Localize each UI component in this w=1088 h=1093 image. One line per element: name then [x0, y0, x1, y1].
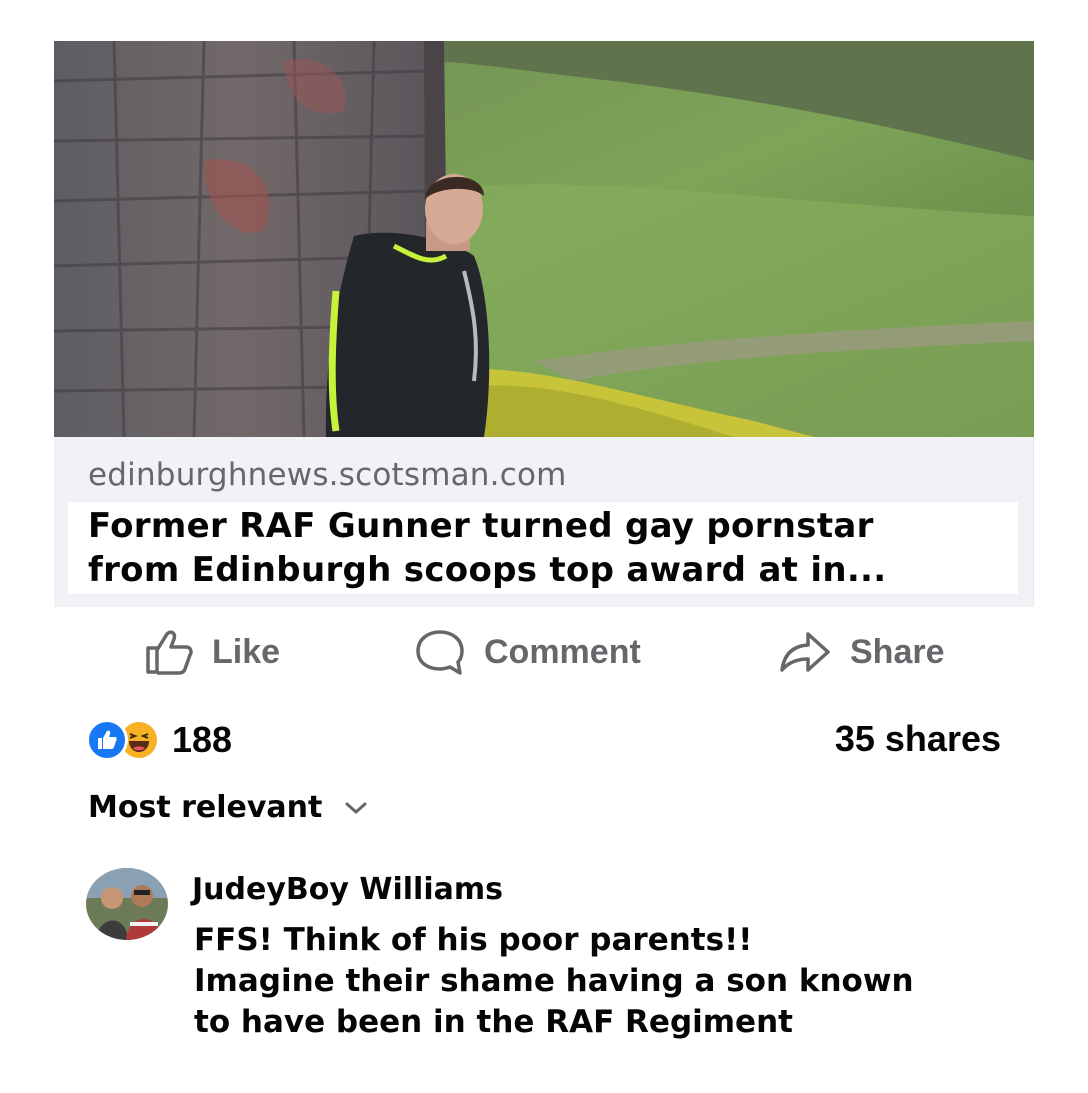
link-domain: edinburghnews.scotsman.com: [88, 457, 567, 493]
share-button[interactable]: Share: [778, 624, 945, 680]
share-arrow-icon: [780, 632, 830, 672]
comment-author[interactable]: JudeyBoy Williams: [192, 872, 503, 907]
link-headline-line-1: Former RAF Gunner turned gay pornstar: [88, 506, 874, 546]
comments-sort-label: Most relevant: [88, 790, 323, 825]
photo-image: [54, 41, 1034, 437]
comment-text: FFS! Think of his poor parents!! Imagine…: [194, 920, 1034, 1043]
comment-text-line-3: to have been in the RAF Regiment: [194, 1004, 793, 1040]
comment-text-line-1: FFS! Think of his poor parents!!: [194, 922, 753, 958]
reactions-summary[interactable]: 188: [86, 718, 232, 762]
comment-button[interactable]: Comment: [414, 624, 641, 680]
like-button[interactable]: Like: [144, 624, 280, 680]
post-stats: 188 35 shares: [0, 712, 1088, 766]
share-label: Share: [850, 632, 945, 671]
share-count[interactable]: 35 shares: [835, 718, 1001, 760]
link-preview-image[interactable]: [54, 41, 1034, 437]
thumbs-up-icon: [146, 630, 193, 675]
link-headline-box[interactable]: Former RAF Gunner turned gay pornstar fr…: [68, 502, 1018, 594]
post-action-bar: Like Comment Share: [0, 624, 1088, 680]
like-icon: [86, 719, 128, 761]
link-headline-line-2: from Edinburgh scoops top award at in...: [88, 550, 887, 590]
chevron-down-icon: [345, 802, 367, 813]
comments-sort-dropdown[interactable]: Most relevant: [88, 790, 368, 825]
comment-bubble-icon: [416, 630, 464, 675]
link-preview-card[interactable]: edinburghnews.scotsman.com Former RAF Gu…: [54, 41, 1034, 607]
comment-text-line-2: Imagine their shame having a son known: [194, 963, 914, 999]
like-label: Like: [212, 632, 281, 671]
reaction-count: 188: [172, 719, 233, 760]
avatar[interactable]: [86, 868, 168, 940]
comment-label: Comment: [484, 632, 641, 671]
